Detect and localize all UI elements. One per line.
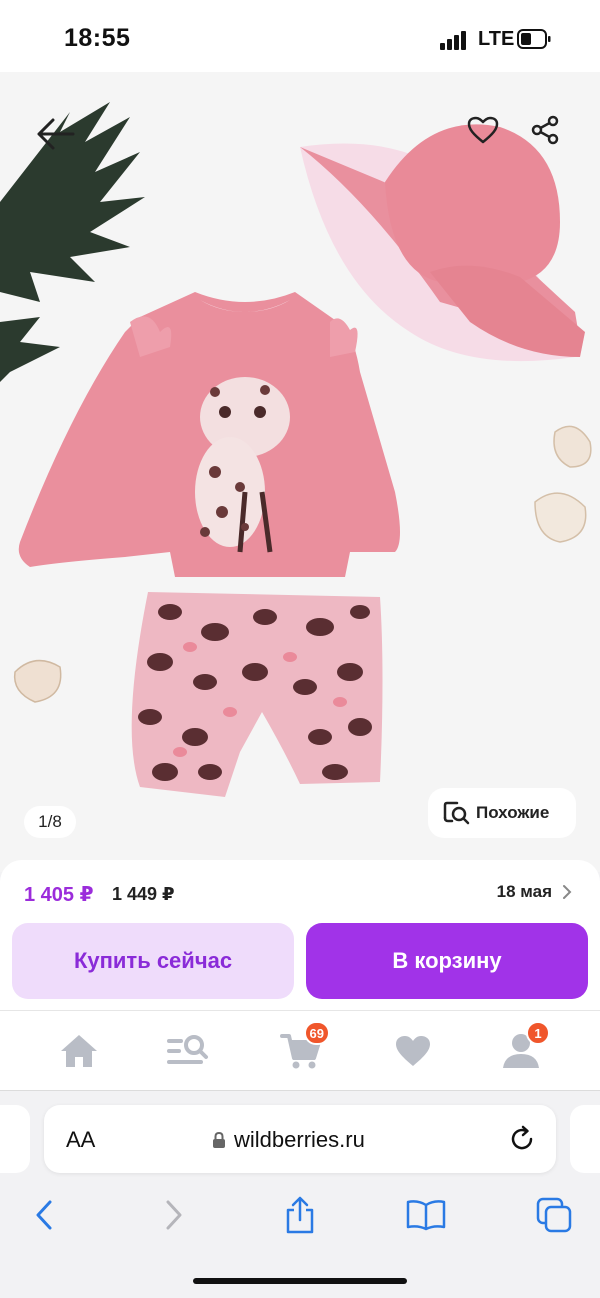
share-icon (531, 115, 559, 145)
delivery-date-label: 18 мая (496, 882, 552, 901)
browser-share-button[interactable] (280, 1195, 320, 1235)
status-time: 18:55 (64, 24, 131, 52)
chevron-left-icon (36, 1200, 52, 1230)
old-price: 1 449 ₽ (112, 884, 175, 904)
status-bar: 18:55 LTE (0, 0, 600, 72)
url-display[interactable]: wildberries.ru (212, 1127, 365, 1153)
product-photo[interactable] (0, 72, 600, 872)
nav-profile[interactable]: 1 (496, 1021, 550, 1073)
app-bottom-nav: 69 1 (0, 1010, 600, 1091)
signal-icon (440, 31, 466, 50)
similar-button[interactable]: Похожие (428, 788, 576, 838)
back-button[interactable] (30, 112, 80, 156)
network-label: LTE (478, 28, 515, 50)
arrow-left-icon (37, 118, 75, 150)
nav-favorites[interactable] (388, 1029, 438, 1073)
similar-search-icon (443, 801, 470, 825)
book-icon (406, 1200, 446, 1231)
next-tab-preview[interactable] (570, 1105, 600, 1173)
chevron-right-icon (166, 1200, 182, 1230)
profile-badge: 1 (526, 1021, 550, 1045)
nav-catalog[interactable] (162, 1029, 212, 1073)
catalog-search-icon (167, 1035, 208, 1064)
cart-badge: 69 (303, 1021, 330, 1045)
heart-icon (467, 116, 499, 144)
favorite-button[interactable] (463, 110, 503, 150)
product-gallery[interactable]: 1/8 Похожие (0, 72, 600, 872)
similar-label: Похожие (476, 803, 550, 822)
browser-tabs-button[interactable] (534, 1195, 574, 1235)
previous-tab-preview[interactable] (0, 1105, 30, 1173)
browser-toolbar: AA wildberries.ru (0, 1090, 600, 1298)
buy-panel: 1 405 ₽ 1 449 ₽ 18 мая Купить сейчас В к… (0, 860, 600, 1010)
add-to-cart-button[interactable]: В корзину (306, 923, 588, 999)
share-button[interactable] (524, 110, 566, 150)
share-upload-icon (286, 1196, 314, 1234)
reload-icon[interactable] (508, 1125, 536, 1153)
url-text: wildberries.ru (234, 1127, 365, 1152)
current-price: 1 405 ₽ (24, 884, 94, 906)
image-counter: 1/8 (24, 806, 76, 838)
home-icon (61, 1035, 97, 1067)
browser-bookmarks-button[interactable] (406, 1195, 446, 1235)
buy-now-button[interactable]: Купить сейчас (12, 923, 294, 999)
reader-settings-button[interactable]: AA (66, 1127, 95, 1153)
tabs-icon (536, 1197, 572, 1233)
heart-icon (396, 1036, 430, 1066)
browser-forward-button[interactable] (154, 1195, 194, 1235)
nav-home[interactable] (54, 1029, 104, 1073)
home-indicator[interactable] (193, 1278, 407, 1284)
lock-icon (213, 1131, 225, 1148)
browser-back-button[interactable] (24, 1195, 64, 1235)
chevron-right-icon (563, 885, 572, 899)
delivery-date[interactable]: 18 мая (497, 882, 572, 902)
address-bar[interactable]: AA wildberries.ru (44, 1105, 556, 1173)
nav-cart[interactable]: 69 (276, 1021, 330, 1073)
battery-icon (517, 29, 551, 49)
